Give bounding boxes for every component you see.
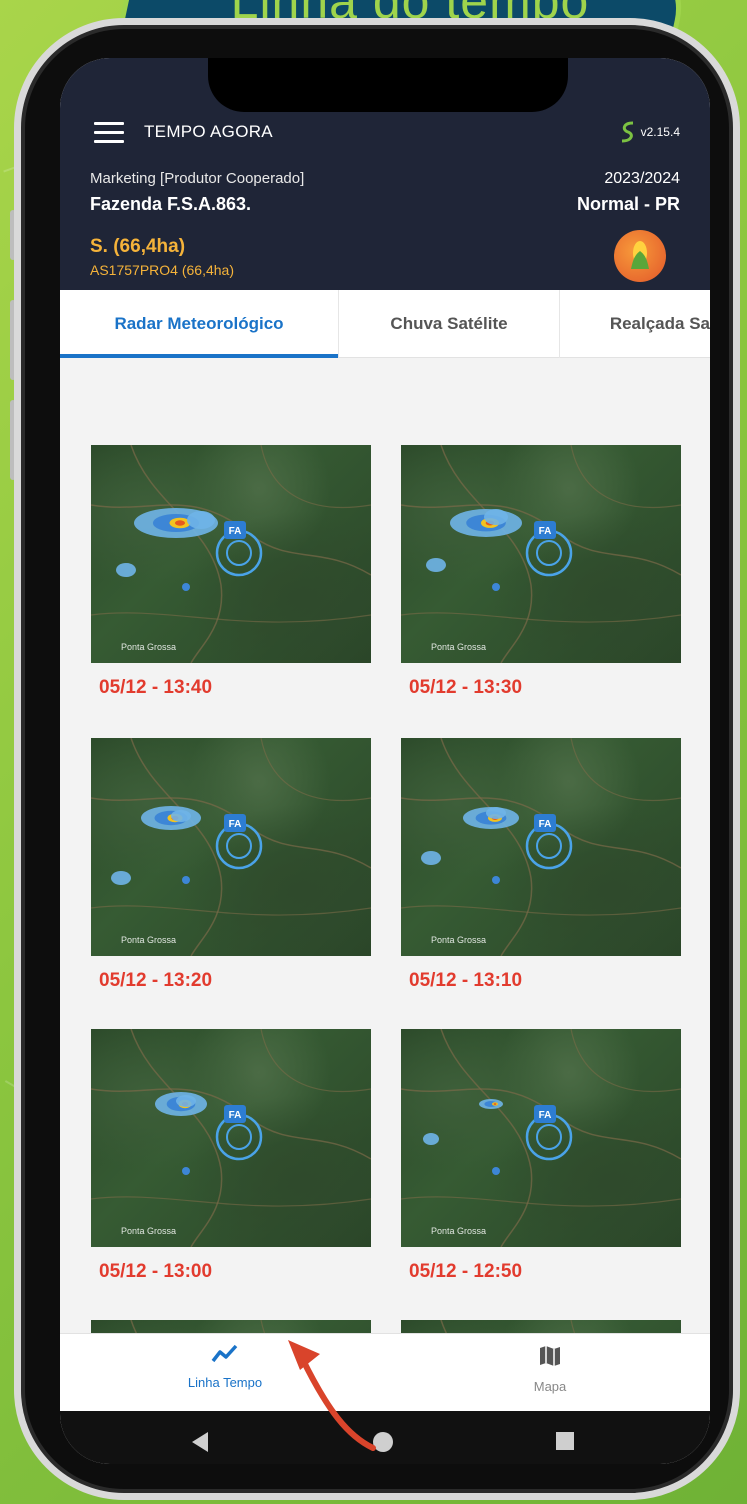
radar-map-image[interactable]: FA Ponta Grossa [401, 738, 681, 956]
radar-timestamp: 05/12 - 13:40 [99, 677, 213, 698]
nav-label-mapa: Mapa [533, 1379, 567, 1394]
nav-mapa[interactable]: Mapa [450, 1344, 650, 1394]
pointer-arrow-icon [288, 1340, 376, 1451]
radar-card[interactable]: FA Ponta Grossa 05/12 - 12:50 [401, 1029, 681, 1283]
svg-text:Ponta Grossa: Ponta Grossa [121, 642, 176, 652]
user-role: Marketing [Produtor Cooperado] [90, 170, 305, 187]
season-year: 2023/2024 [604, 170, 680, 187]
radar-card[interactable]: FA Ponta Grossa [91, 1320, 371, 1333]
radar-card[interactable]: FA Ponta Grossa 05/12 - 13:40 [91, 445, 371, 699]
tab-realcada[interactable]: Realçada Sa [560, 290, 710, 358]
app-screen: TEMPO AGORA v2.15.4 Marketing [Produtor … [60, 58, 710, 1464]
corn-glyph-icon [631, 241, 649, 269]
radar-timestamp: 05/12 - 13:00 [99, 1261, 213, 1282]
radar-map-image[interactable]: FA Ponta Grossa [401, 445, 681, 663]
map-icon [540, 1346, 560, 1366]
radar-card[interactable]: FA Ponta Grossa 05/12 - 13:20 [91, 738, 371, 992]
tab-radar[interactable]: Radar Meteorológico [60, 290, 338, 358]
plot-detail: AS1757PRO4 (66,4ha) [90, 262, 234, 278]
svg-text:FA: FA [539, 1110, 552, 1121]
farm-name[interactable]: Fazenda F.S.A.863. [90, 194, 251, 215]
phone-notch [208, 58, 568, 112]
radar-map-image[interactable]: FA Ponta Grossa [91, 1029, 371, 1247]
radar-map-image[interactable]: FA Ponta Grossa [401, 1320, 681, 1333]
radar-map-image[interactable]: FA Ponta Grossa [91, 1320, 371, 1333]
version-text: v2.15.4 [640, 125, 680, 139]
svg-text:Ponta Grossa: Ponta Grossa [121, 935, 176, 945]
radar-timestamp: 05/12 - 13:10 [409, 970, 523, 991]
radar-card[interactable]: FA Ponta Grossa [401, 1320, 681, 1333]
timeline-chart-icon [211, 1344, 238, 1363]
svg-text:FA: FA [229, 819, 242, 830]
hamburger-menu-icon[interactable] [94, 122, 124, 144]
radar-map-image[interactable]: FA Ponta Grossa [401, 1029, 681, 1247]
svg-text:FA: FA [539, 526, 552, 537]
radar-grid: FA Ponta Grossa 05/12 - 13:40 FA Ponta G… [60, 358, 710, 1333]
radar-card[interactable]: FA Ponta Grossa 05/12 - 13:00 [91, 1029, 371, 1283]
plot-name[interactable]: S. (66,4ha) [90, 236, 185, 258]
back-icon[interactable] [190, 1431, 210, 1453]
svg-text:Ponta Grossa: Ponta Grossa [431, 935, 486, 945]
svg-text:FA: FA [539, 819, 552, 830]
svg-text:Ponta Grossa: Ponta Grossa [431, 1226, 486, 1236]
corn-icon[interactable] [614, 230, 666, 282]
radar-card[interactable]: FA Ponta Grossa 05/12 - 13:30 [401, 445, 681, 699]
season-type[interactable]: Normal - PR [577, 194, 680, 215]
brand-logo-icon [621, 121, 633, 143]
svg-text:FA: FA [229, 1110, 242, 1121]
svg-text:FA: FA [229, 526, 242, 537]
radar-timestamp: 05/12 - 13:30 [409, 677, 523, 698]
app-title: TEMPO AGORA [144, 122, 273, 141]
radar-timestamp: 05/12 - 13:20 [99, 970, 213, 991]
recents-icon[interactable] [555, 1431, 575, 1451]
tab-chuva-satelite[interactable]: Chuva Satélite [339, 290, 559, 358]
svg-text:Ponta Grossa: Ponta Grossa [431, 642, 486, 652]
radar-map-image[interactable]: FA Ponta Grossa [91, 738, 371, 956]
radar-card[interactable]: FA Ponta Grossa 05/12 - 13:10 [401, 738, 681, 992]
version-badge: v2.15.4 [619, 120, 680, 144]
tab-bar: Radar Meteorológico Chuva Satélite Realç… [60, 290, 710, 358]
radar-timestamp: 05/12 - 12:50 [409, 1261, 523, 1282]
radar-map-image[interactable]: FA Ponta Grossa [91, 445, 371, 663]
svg-text:Ponta Grossa: Ponta Grossa [121, 1226, 176, 1236]
